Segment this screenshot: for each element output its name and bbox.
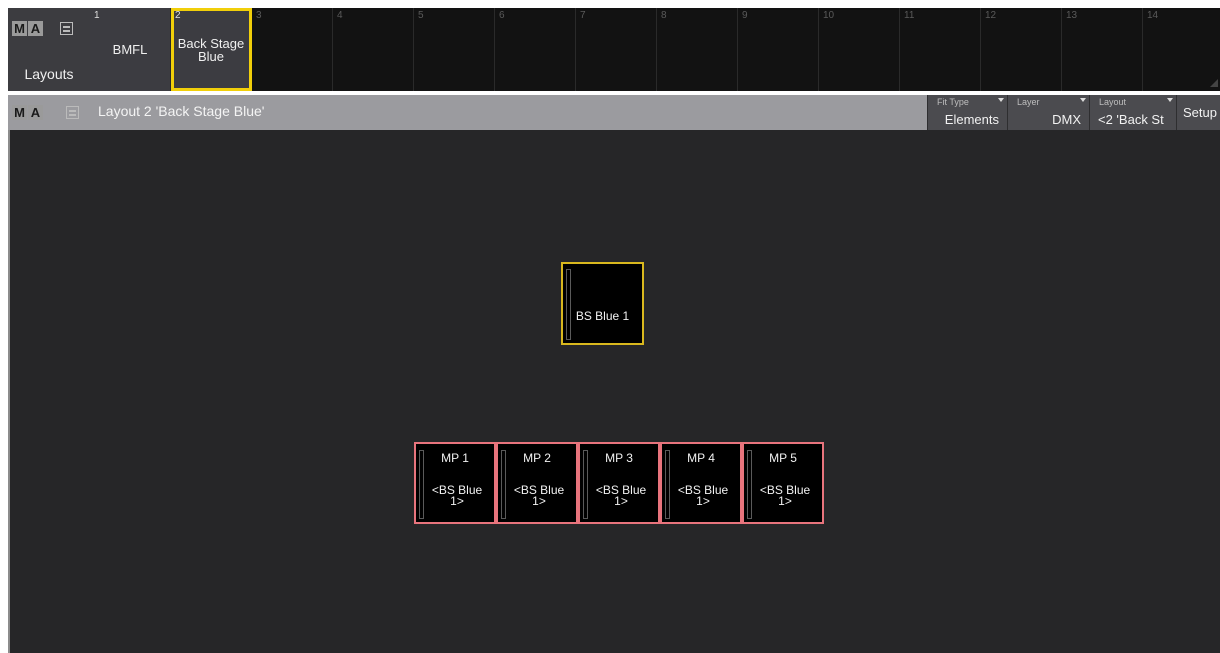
multipatch-element-mp-5[interactable]: MP 5 <BS Blue 1> (742, 442, 824, 524)
layout-slot-1[interactable]: 1 BMFL (90, 8, 171, 91)
fit-type-caption: Fit Type (937, 97, 969, 107)
ma-logo-icon: M A (12, 21, 43, 36)
layout-window-title: Layout 2 'Back Stage Blue' (98, 103, 265, 119)
layout-slot-2[interactable]: 2 Back Stage Blue (171, 8, 252, 91)
slot-label: Back Stage Blue (177, 35, 245, 64)
slot-label (738, 8, 818, 91)
multipatch-name: MP 2 (523, 451, 551, 465)
layout-slot-9[interactable]: 9 (738, 8, 819, 91)
layer-value: DMX (1052, 112, 1081, 127)
slot-label (495, 8, 575, 91)
multipatch-source: <BS Blue 1> (595, 483, 647, 508)
multipatch-name: MP 3 (605, 451, 633, 465)
slot-label (981, 8, 1061, 91)
multipatch-element-mp-3[interactable]: MP 3 <BS Blue 1> (578, 442, 660, 524)
layout-slot-7[interactable]: 7 (576, 8, 657, 91)
multipatch-name: MP 5 (769, 451, 797, 465)
ma-logo-letter-a: A (28, 105, 43, 120)
dimmer-bar (566, 269, 571, 340)
layout-slot-12[interactable]: 12 (981, 8, 1062, 91)
layout-slot-5[interactable]: 5 (414, 8, 495, 91)
layout-slot-11[interactable]: 11 (900, 8, 981, 91)
pool-resize-handle-icon[interactable] (1210, 79, 1218, 87)
setup-label: Setup (1183, 105, 1217, 120)
layout-slot-3[interactable]: 3 (252, 8, 333, 91)
layout-slot-8[interactable]: 8 (657, 8, 738, 91)
layer-caption: Layer (1017, 97, 1040, 107)
slot-label (252, 8, 332, 91)
fixture-name: BS Blue 1 (575, 309, 630, 323)
multipatch-source: <BS Blue 1> (513, 483, 565, 508)
slot-label (900, 8, 980, 91)
multipatch-name: MP 4 (687, 451, 715, 465)
layout-select-button[interactable]: Layout <2 'Back St (1089, 95, 1176, 130)
layouts-pool-title[interactable]: M A Layouts (8, 8, 91, 91)
ma-logo-letter-m: M (12, 21, 27, 36)
layout-window: M A Layout 2 'Back Stage Blue' Fit Type … (8, 95, 1220, 653)
slot-label (1143, 8, 1220, 91)
multipatch-source: <BS Blue 1> (431, 483, 483, 508)
layouts-pool: M A Layouts 1 BMFL 2 Back Stage Blue 3 4… (8, 8, 1220, 91)
ma-logo-letter-m: M (12, 105, 27, 120)
slot-label (333, 8, 413, 91)
layout-grid-icon (60, 22, 73, 35)
ma-logo-letter-a: A (28, 21, 43, 36)
layout-slot-10[interactable]: 10 (819, 8, 900, 91)
setup-button[interactable]: Setup (1176, 95, 1220, 130)
multipatch-source: <BS Blue 1> (677, 483, 729, 508)
slot-label (819, 8, 899, 91)
layout-value: <2 'Back St (1098, 112, 1164, 127)
dropdown-arrow-icon (1167, 98, 1173, 102)
slot-label (1062, 8, 1142, 91)
multipatch-element-mp-1[interactable]: MP 1 <BS Blue 1> (414, 442, 496, 524)
layout-slot-13[interactable]: 13 (1062, 8, 1143, 91)
layout-caption: Layout (1099, 97, 1127, 107)
multipatch-name: MP 1 (441, 451, 469, 465)
fit-type-button[interactable]: Fit Type Elements (927, 95, 1007, 130)
layout-slot-14[interactable]: 14 (1143, 8, 1220, 91)
layout-slot-6[interactable]: 6 (495, 8, 576, 91)
fixture-element-bs-blue-1[interactable]: BS Blue 1 (561, 262, 644, 345)
layout-grid-icon (66, 106, 79, 119)
pool-title-label: Layouts (24, 66, 74, 82)
fit-type-value: Elements (944, 112, 999, 127)
multipatch-element-mp-4[interactable]: MP 4 <BS Blue 1> (660, 442, 742, 524)
dropdown-arrow-icon (1080, 98, 1086, 102)
slot-label: BMFL (112, 42, 148, 57)
multipatch-source: <BS Blue 1> (759, 483, 811, 508)
slot-label (657, 8, 737, 91)
slot-label (576, 8, 656, 91)
slot-label (414, 8, 494, 91)
window-edge (8, 130, 10, 653)
ma-logo-icon: M A (12, 105, 43, 120)
multipatch-element-mp-2[interactable]: MP 2 <BS Blue 1> (496, 442, 578, 524)
layout-window-title-bar[interactable]: M A Layout 2 'Back Stage Blue' Fit Type … (8, 95, 1220, 130)
dropdown-arrow-icon (998, 98, 1004, 102)
layer-button[interactable]: Layer DMX (1007, 95, 1089, 130)
layout-slot-4[interactable]: 4 (333, 8, 414, 91)
